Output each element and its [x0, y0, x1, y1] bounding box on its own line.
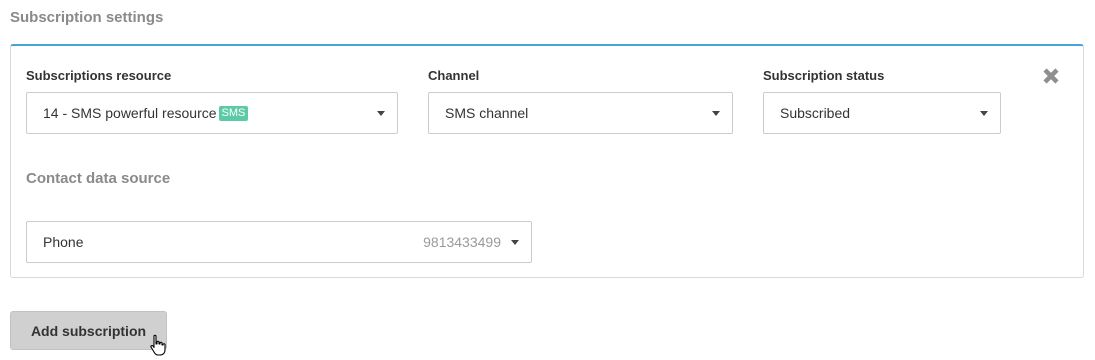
remove-subscription-button[interactable] — [1041, 66, 1061, 86]
phone-number: 9813433499 — [423, 234, 501, 250]
status-value: Subscribed — [780, 105, 851, 121]
subscription-card: Subscriptions resource 14 - SMS powerful… — [10, 44, 1084, 278]
close-icon — [1043, 68, 1059, 84]
resource-select[interactable]: 14 - SMS powerful resource SMS — [26, 92, 398, 134]
resource-value-wrap: 14 - SMS powerful resource SMS — [43, 105, 367, 121]
chevron-down-icon — [511, 239, 519, 245]
chevron-down-icon — [980, 110, 988, 116]
status-label: Subscription status — [763, 68, 885, 83]
status-select[interactable]: Subscribed — [763, 92, 1001, 134]
resource-value: 14 - SMS powerful resource — [43, 105, 217, 121]
channel-select[interactable]: SMS channel — [428, 92, 733, 134]
chevron-down-icon — [712, 110, 720, 116]
sms-badge: SMS — [218, 105, 249, 121]
contact-source-heading: Contact data source — [26, 170, 171, 187]
contact-source-select[interactable]: Phone 9813433499 — [26, 221, 532, 263]
chevron-down-icon — [377, 110, 385, 116]
resource-label: Subscriptions resource — [26, 68, 172, 83]
hand-pointer-icon — [150, 334, 166, 356]
channel-label: Channel — [428, 68, 480, 83]
section-title: Subscription settings — [10, 9, 164, 26]
add-subscription-button[interactable]: Add subscription — [10, 311, 167, 350]
contact-source-value: Phone — [43, 234, 84, 250]
channel-value: SMS channel — [445, 105, 529, 121]
